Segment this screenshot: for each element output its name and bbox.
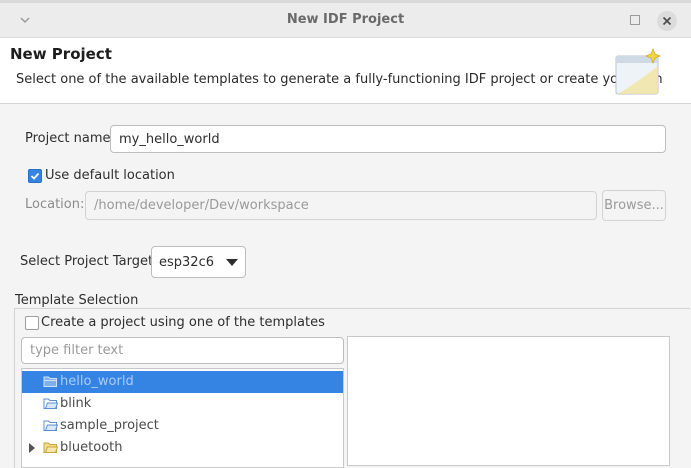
use-default-location-label[interactable]: Use default location [45,168,175,183]
template-description-panel [347,336,670,466]
folder-icon [43,398,58,409]
folder-icon [43,376,57,387]
page-description: Select one of the available templates to… [16,72,663,87]
page-title: New Project [10,45,112,63]
wizard-banner: New Project Select one of the available … [0,38,691,104]
close-button[interactable] [657,11,677,31]
tree-item-sample-project[interactable]: sample_project [22,415,343,437]
use-template-label[interactable]: Create a project using one of the templa… [41,315,325,330]
template-filter-input[interactable] [21,337,344,364]
project-target-label: Select Project Target: [20,254,158,269]
project-name-input[interactable] [110,125,666,153]
location-label: Location: [25,197,85,212]
use-template-checkbox[interactable] [25,316,39,330]
check-icon [30,172,40,180]
title-bar[interactable]: New IDF Project [0,3,691,38]
browse-button[interactable]: Browse... [602,190,666,221]
caret-down-icon [226,259,238,266]
tree-item-hello-world[interactable]: hello_world [22,371,343,393]
project-name-label: Project name: [25,131,115,146]
template-selection-title: Template Selection [15,293,141,308]
maximize-icon[interactable] [630,15,640,25]
tree-item-label: bluetooth [60,440,123,455]
window-title: New IDF Project [286,12,405,27]
tree-item-blink[interactable]: blink [22,393,343,415]
tree-item-label: hello_world [60,374,134,389]
use-default-location-checkbox[interactable] [28,169,42,183]
wizard-banner-icon [615,48,661,95]
chevron-right-icon[interactable] [28,443,36,453]
tree-item-label: sample_project [60,418,159,433]
template-tree[interactable]: hello_world blink sample_project bluetoo… [21,368,344,468]
location-input[interactable] [85,191,597,220]
folder-icon [43,420,58,431]
project-target-value: esp32c6 [159,255,214,270]
project-target-select[interactable]: esp32c6 [151,246,246,278]
folder-icon [43,442,58,453]
close-icon [662,16,672,26]
tree-item-label: blink [60,396,92,411]
